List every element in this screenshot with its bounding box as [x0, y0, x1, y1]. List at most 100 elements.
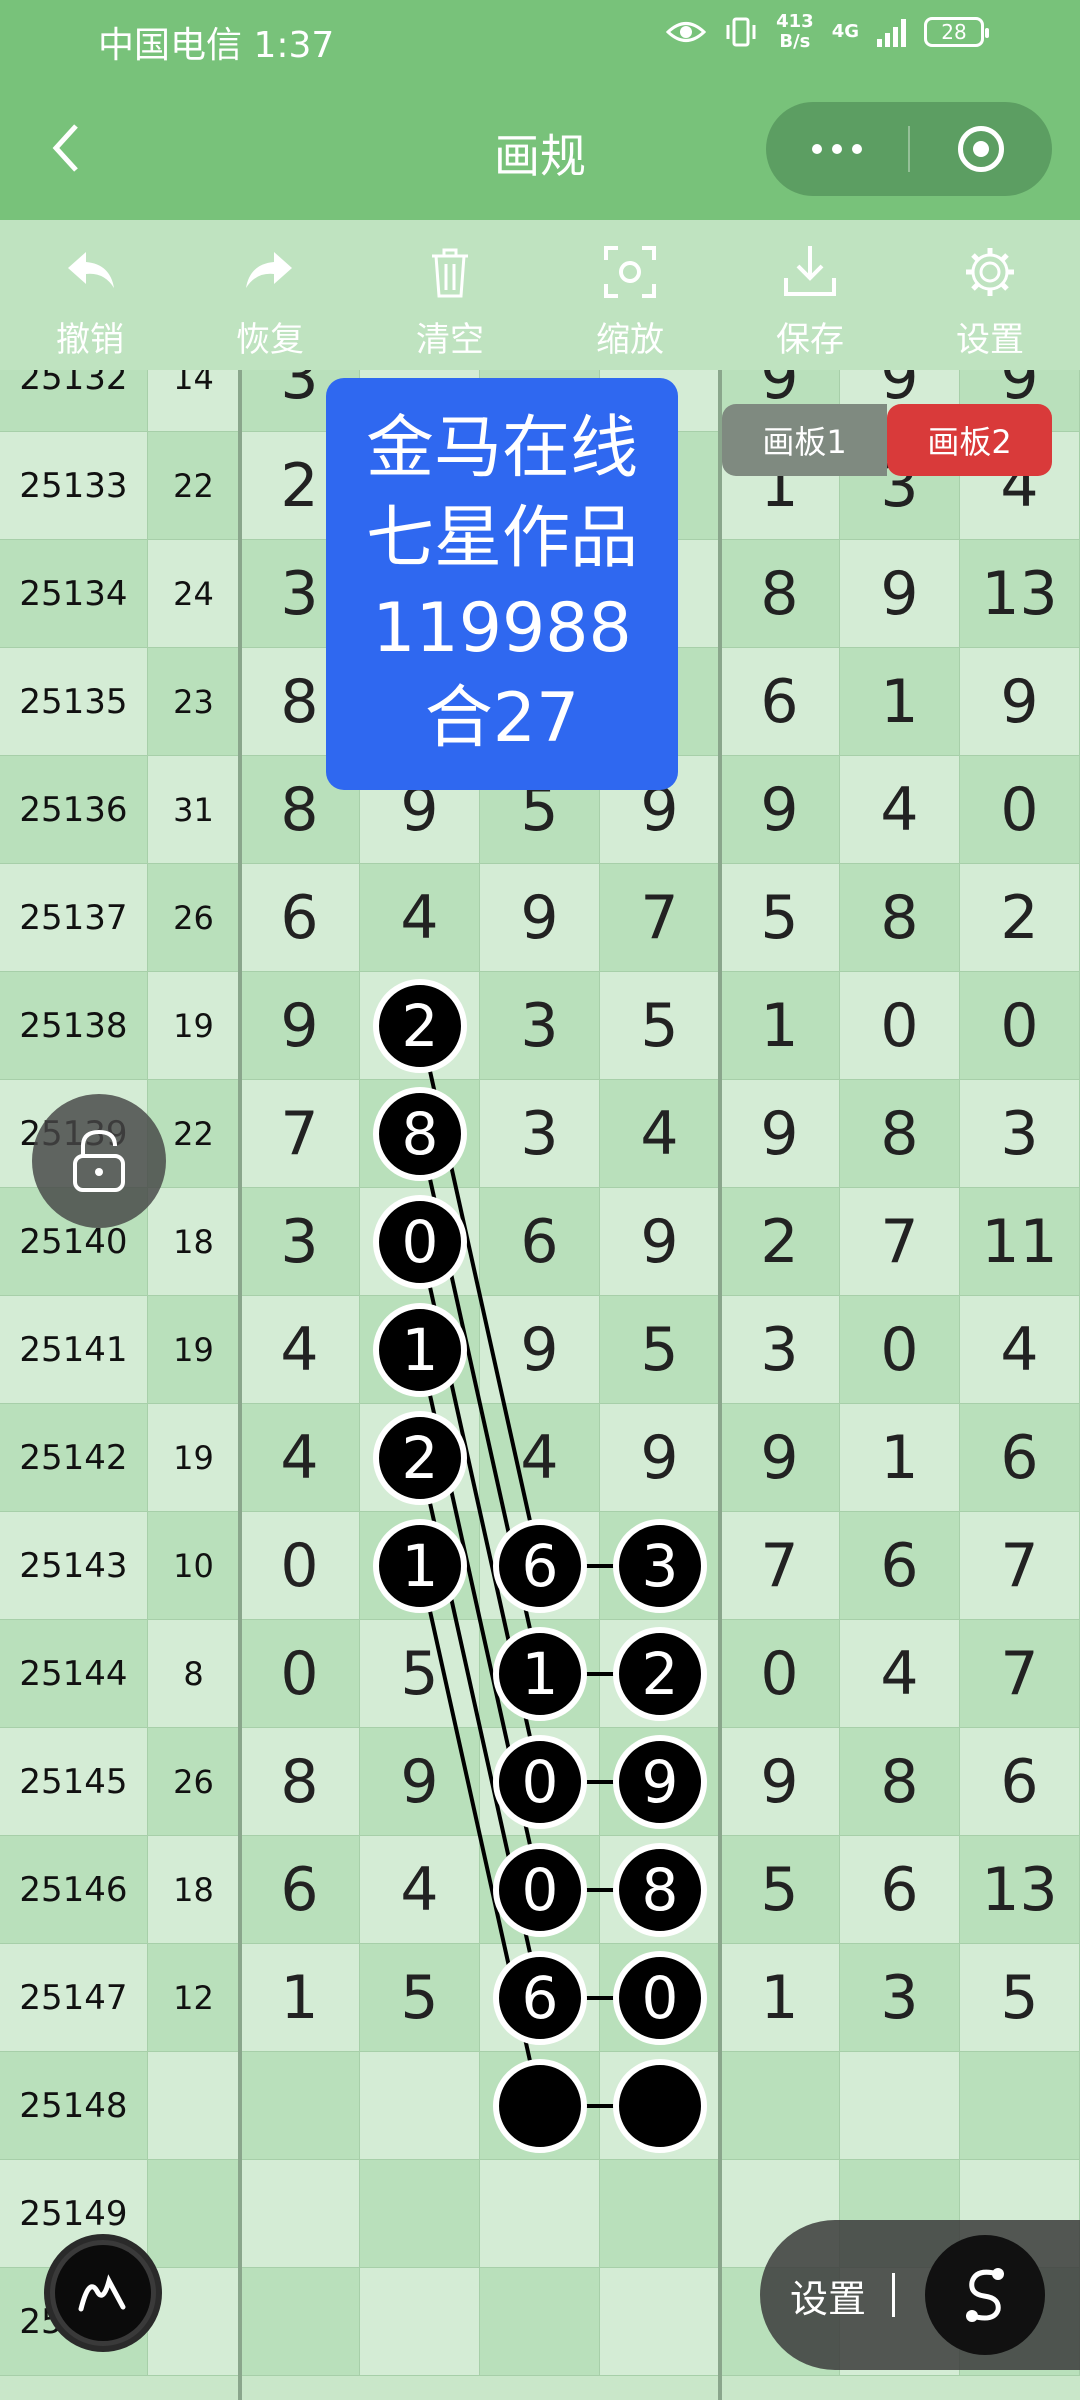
digit-cell: 9 [360, 1728, 480, 1836]
pen-button[interactable] [44, 2234, 162, 2352]
sum-cell [148, 2160, 240, 2268]
digit-cell: 1 [360, 1512, 480, 1620]
digit-cell [240, 2052, 360, 2160]
signal-icon [877, 17, 906, 47]
digit-cell: 0 [840, 972, 960, 1080]
table-row: 25141 19 4 1 9 5 3 0 4 [0, 1296, 1080, 1404]
digit-cell: 2 [960, 864, 1080, 972]
table-row: 25137 26 6 4 9 7 5 8 2 [0, 864, 1080, 972]
vibrate-icon [726, 17, 756, 47]
sum-cell [148, 2268, 240, 2376]
issue-cell: 25142 [0, 1404, 148, 1512]
digit-cell: 0 [840, 1296, 960, 1404]
trash-icon [432, 248, 468, 298]
digit-cell: 8 [720, 540, 840, 648]
digit-cell: 3 [480, 972, 600, 1080]
table-row: 25148 [0, 2052, 1080, 2160]
mini-program-capsule [766, 102, 1052, 196]
digit-cell: 9 [600, 1404, 720, 1512]
digit-cell: 13 [960, 540, 1080, 648]
digit-cell [840, 2052, 960, 2160]
board-1-tab[interactable]: 画板1 [722, 404, 887, 476]
sum-cell: 14 [148, 370, 240, 432]
digit-cell: 13 [960, 1836, 1080, 1944]
lock-button[interactable] [32, 1094, 166, 1228]
digit-cell: 1 [240, 1944, 360, 2052]
digit-cell: 5 [600, 972, 720, 1080]
promo-line-3: 119988 [372, 589, 632, 668]
issue-cell: 25138 [0, 972, 148, 1080]
digit-cell: 7 [720, 1512, 840, 1620]
digit-cell: 6 [720, 648, 840, 756]
sum-cell: 24 [148, 540, 240, 648]
digit-cell: 8 [840, 864, 960, 972]
gear-icon [966, 248, 1014, 296]
sum-cell [148, 2052, 240, 2160]
sum-cell: 19 [148, 972, 240, 1080]
board-switcher: 画板1 画板2 [722, 404, 1052, 476]
board-2-tab[interactable]: 画板2 [887, 404, 1052, 476]
promo-line-2: 七星作品 [365, 499, 638, 578]
digit-cell: 2 [600, 1620, 720, 1728]
settings-button[interactable]: 设置 [900, 220, 1080, 370]
digit-cell: 3 [480, 1080, 600, 1188]
digit-cell: 0 [480, 1836, 600, 1944]
pen-icon [78, 2274, 126, 2312]
more-icon[interactable] [766, 144, 908, 154]
digit-cell: 9 [720, 1404, 840, 1512]
issue-cell: 25135 [0, 648, 148, 756]
digit-cell: 4 [480, 1404, 600, 1512]
digit-cell: 8 [840, 1728, 960, 1836]
promo-line-4: 合27 [424, 679, 580, 758]
lock-icon [73, 1129, 125, 1192]
digit-cell: 6 [480, 1188, 600, 1296]
zoom-button[interactable]: 缩放 [540, 220, 720, 370]
digit-cell: 9 [600, 1188, 720, 1296]
digit-cell: 3 [720, 1296, 840, 1404]
undo-button[interactable]: 撤销 [0, 220, 180, 370]
digit-cell: 4 [840, 1620, 960, 1728]
bottom-settings-label[interactable]: 设置 [790, 2268, 866, 2323]
digit-cell: 8 [240, 1728, 360, 1836]
issue-cell: 25143 [0, 1512, 148, 1620]
digit-cell: 2 [360, 1404, 480, 1512]
digit-cell: 1 [480, 1620, 600, 1728]
net-type: 4G [831, 21, 859, 42]
close-target-icon[interactable] [910, 126, 1052, 172]
digit-cell [600, 2052, 720, 2160]
digit-cell: 3 [600, 1512, 720, 1620]
issue-cell: 25132 [0, 370, 148, 432]
share-button[interactable] [925, 2235, 1046, 2355]
digit-cell [480, 2268, 600, 2376]
issue-cell: 25137 [0, 864, 148, 972]
digit-cell: 0 [960, 756, 1080, 864]
issue-cell: 25148 [0, 2052, 148, 2160]
issue-cell: 25147 [0, 1944, 148, 2052]
digit-cell: 2 [720, 1188, 840, 1296]
save-button[interactable]: 保存 [720, 220, 900, 370]
nav-bar: 画规 [0, 80, 1080, 220]
digit-cell: 3 [840, 1944, 960, 2052]
digit-cell: 9 [480, 1296, 600, 1404]
table-row: 25143 10 0 1 6 3 7 6 7 [0, 1512, 1080, 1620]
digit-cell: 0 [600, 1944, 720, 2052]
table-row: 25144 8 0 5 1 2 0 4 7 [0, 1620, 1080, 1728]
digit-cell: 4 [960, 1296, 1080, 1404]
sum-cell: 26 [148, 1728, 240, 1836]
redo-button[interactable]: 恢复 [180, 220, 360, 370]
sum-cell: 12 [148, 1944, 240, 2052]
digit-cell: 9 [840, 540, 960, 648]
digit-cell: 4 [600, 1080, 720, 1188]
digit-cell: 5 [720, 1836, 840, 1944]
issue-cell: 25145 [0, 1728, 148, 1836]
digit-cell: 8 [600, 1836, 720, 1944]
clear-button[interactable]: 清空 [360, 220, 540, 370]
digit-cell: 9 [720, 1728, 840, 1836]
sum-cell: 18 [148, 1836, 240, 1944]
digit-cell: 9 [720, 1080, 840, 1188]
digit-cell [480, 2052, 600, 2160]
digit-cell: 9 [480, 864, 600, 972]
issue-cell: 25136 [0, 756, 148, 864]
digit-cell: 6 [960, 1404, 1080, 1512]
digit-cell: 2 [360, 972, 480, 1080]
